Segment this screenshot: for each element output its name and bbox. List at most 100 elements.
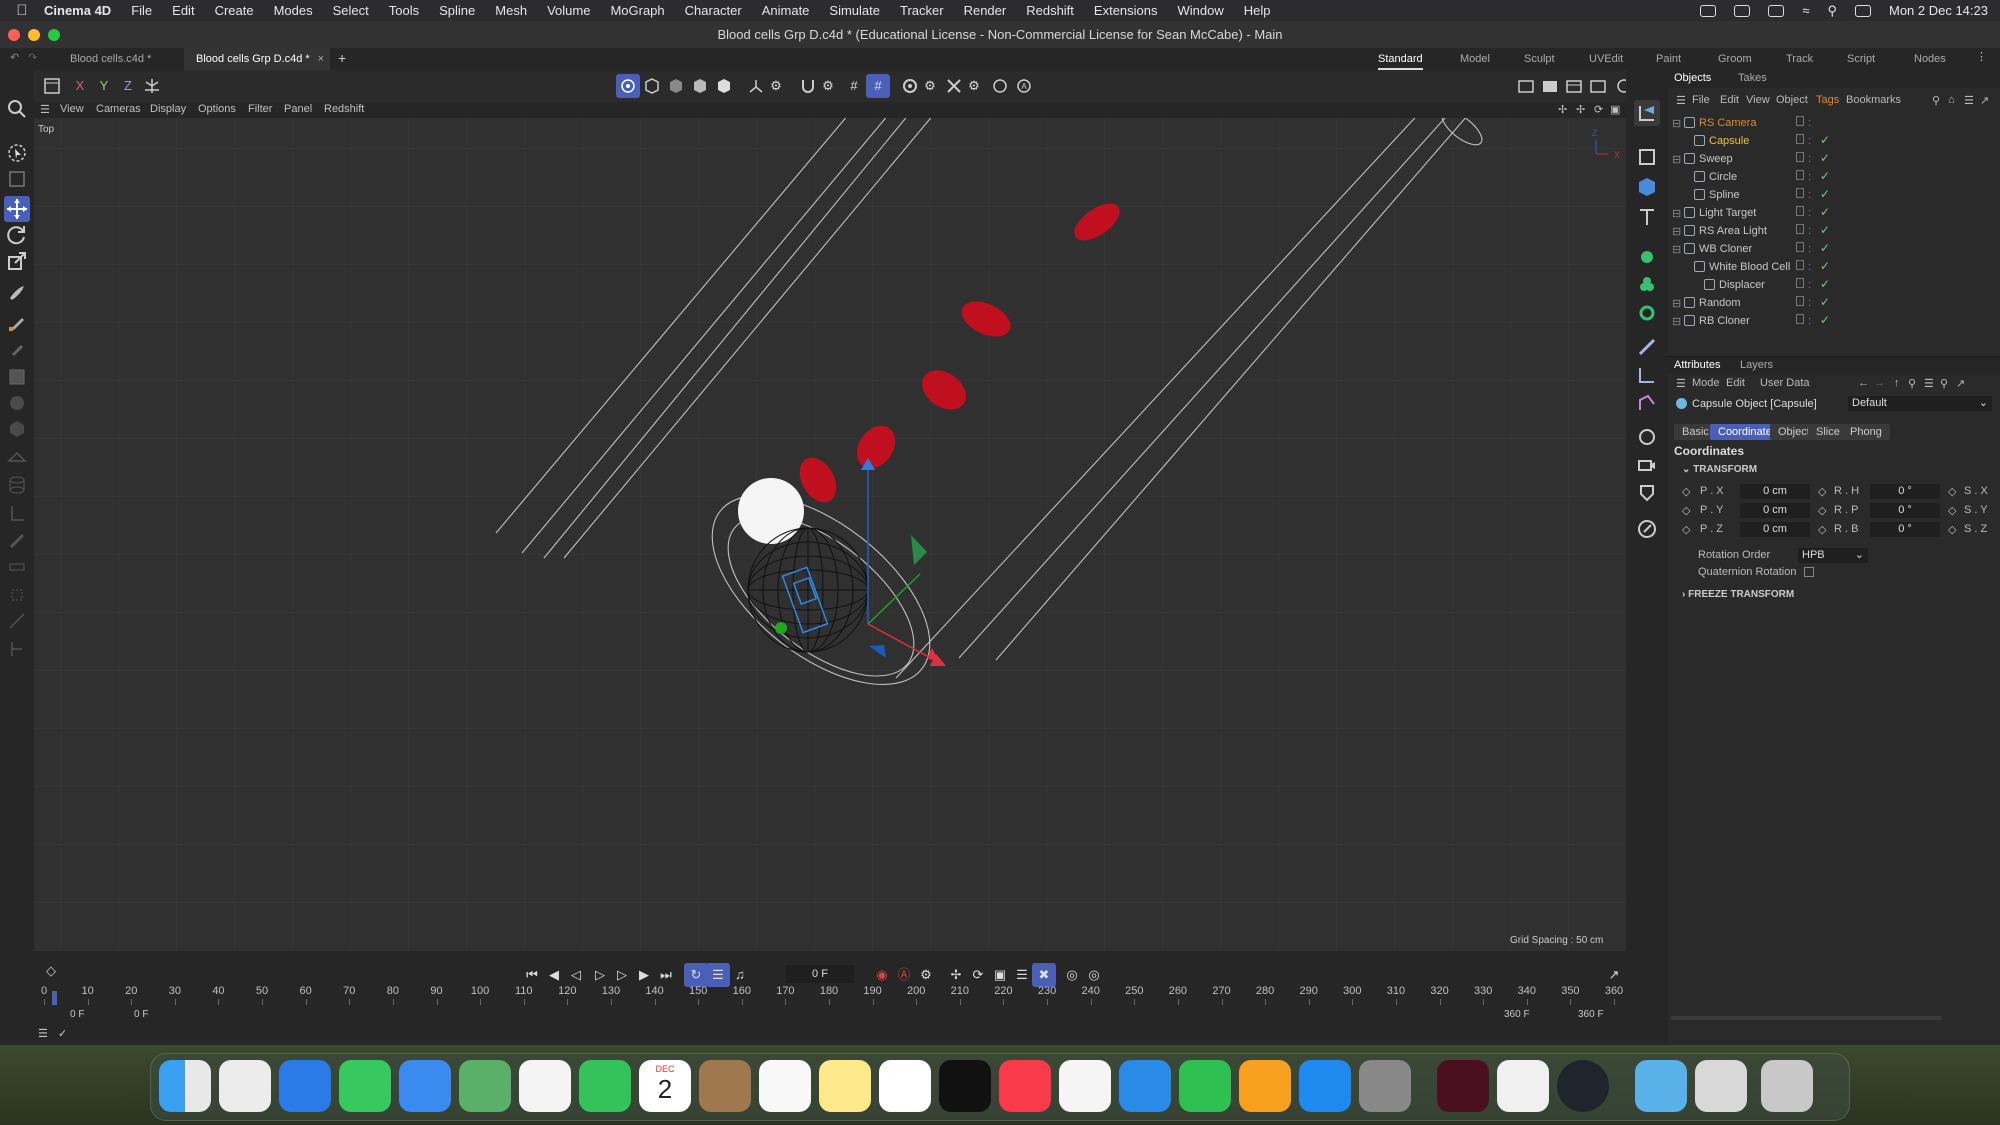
axis-settings-icon[interactable]: ⚙ [764, 74, 788, 98]
close-window-button[interactable] [8, 29, 20, 41]
up-arrow-icon[interactable]: ↑ [1894, 377, 1900, 389]
undo-icon[interactable]: ↶ [10, 51, 19, 64]
rotate-tool-icon[interactable] [4, 222, 30, 248]
layer-icon[interactable] [1796, 152, 1804, 162]
expand-icon[interactable]: ⊟ [1672, 153, 1681, 166]
objects-newwindow-icon[interactable]: ↗ [1980, 94, 1989, 107]
visibility-dots-icon[interactable]: : [1808, 117, 1811, 129]
move-tool-icon[interactable] [4, 196, 30, 222]
objects-menu-file[interactable]: File [1692, 94, 1710, 106]
app-menu[interactable]: Cinema 4D [44, 3, 111, 18]
null-object-icon[interactable] [1634, 144, 1660, 170]
cinema4d-icon[interactable] [1557, 1060, 1609, 1112]
objects-hamburger-icon[interactable]: ☰ [1676, 94, 1686, 107]
tab-attributes[interactable]: Attributes [1674, 359, 1720, 371]
objects-search-icon[interactable]: ⚲ [1932, 94, 1940, 107]
object-row[interactable]: Displacer: ✓ [1668, 276, 2000, 294]
layer-icon[interactable] [1796, 278, 1804, 288]
layout-script[interactable]: Script [1847, 48, 1875, 70]
attributes-menu-mode[interactable]: Mode [1692, 377, 1720, 389]
workplane-snap-icon[interactable]: # [866, 74, 890, 98]
viewport-menu-view[interactable]: View [60, 103, 84, 115]
menu-redshift[interactable]: Redshift [1026, 3, 1074, 18]
menu-mesh[interactable]: Mesh [495, 3, 527, 18]
layout-nodes[interactable]: Nodes [1914, 48, 1946, 70]
object-name[interactable]: Sweep [1699, 153, 1733, 165]
axis-icon[interactable] [4, 500, 30, 526]
keyframe-icon[interactable]: ◇ [1948, 485, 1956, 498]
close-tab-icon[interactable]: × [318, 48, 324, 70]
viewport-maximize-icon[interactable]: ▣ [1610, 103, 1620, 116]
objects-home-icon[interactable]: ⌂ [1948, 94, 1955, 106]
enabled-check-icon[interactable]: ✓ [1820, 313, 1830, 327]
enabled-check-icon[interactable]: ✓ [1820, 169, 1830, 183]
visibility-dots-icon[interactable]: : [1808, 225, 1811, 237]
object-row[interactable]: Capsule: ✓ [1668, 132, 2000, 150]
expand-icon[interactable]: ⊟ [1672, 297, 1681, 310]
zoom-window-button[interactable] [48, 29, 60, 41]
preset-dropdown[interactable]: Default ⌄ [1848, 396, 1992, 411]
expand-icon[interactable]: ⊟ [1672, 315, 1681, 328]
polygon-mode-icon[interactable] [4, 364, 30, 390]
record-icon[interactable] [1734, 4, 1751, 17]
object-row[interactable]: ⊟ RS Camera: [1668, 114, 2000, 132]
minimize-window-button[interactable] [28, 29, 40, 41]
messages-icon[interactable] [339, 1060, 391, 1112]
coordinate-system-icon[interactable] [140, 74, 164, 98]
menu-volume[interactable]: Volume [547, 3, 590, 18]
layout-model[interactable]: Model [1460, 48, 1490, 70]
grid-icon[interactable]: # [842, 74, 866, 98]
keyframe-icon[interactable]: ◇ [1818, 485, 1826, 498]
screenshots-stack-icon[interactable] [1695, 1060, 1747, 1112]
viewport-menu-options[interactable]: Options [198, 103, 236, 115]
maps-icon[interactable] [459, 1060, 511, 1112]
scale-tool-icon[interactable] [4, 248, 30, 274]
trash-icon[interactable] [1761, 1060, 1813, 1112]
notes-icon[interactable] [819, 1060, 871, 1112]
text-object-icon[interactable] [1634, 204, 1660, 230]
rot-p-field[interactable]: 0 ° [1870, 503, 1940, 518]
attributes-search-icon[interactable]: ⚲ [1908, 377, 1916, 390]
search-icon[interactable]: ⚲ [1827, 3, 1837, 19]
preview-end-field[interactable]: 360 F [1504, 1009, 1530, 1020]
visibility-dots-icon[interactable]: : [1808, 153, 1811, 165]
object-name[interactable]: RB Cloner [1699, 315, 1750, 327]
pages-icon[interactable] [1239, 1060, 1291, 1112]
visibility-dots-icon[interactable]: : [1808, 171, 1811, 183]
status-check-icon[interactable]: ✓ [58, 1027, 67, 1040]
object-name[interactable]: Circle [1709, 171, 1737, 183]
live-selection-icon[interactable] [4, 140, 30, 166]
layout-sculpt[interactable]: Sculpt [1524, 48, 1555, 70]
viewport-menu-icon[interactable]: ☰ [40, 103, 50, 116]
menu-file[interactable]: File [131, 3, 152, 18]
cylinder-icon[interactable] [4, 472, 30, 498]
status-menu-icon[interactable]: ☰ [38, 1027, 48, 1040]
symmetry-settings-icon[interactable]: ⚙ [918, 74, 942, 98]
menu-animate[interactable]: Animate [762, 3, 810, 18]
downloads-folder-icon[interactable] [1635, 1060, 1687, 1112]
viewport-move-icon[interactable]: ✢ [1558, 103, 1567, 116]
frame-ruler[interactable]: 0 10 20 30 40 50 60 70 80 90 100 110 120 130 140 150 160… [34, 951, 1626, 1011]
menu-create[interactable]: Create [215, 3, 254, 18]
start-frame-field[interactable]: 0 F [70, 1009, 84, 1020]
render-picture-viewer-icon[interactable] [1538, 74, 1562, 98]
transform-group[interactable]: ⌄ TRANSFORM [1682, 464, 1757, 475]
visibility-dots-icon[interactable]: : [1808, 279, 1811, 291]
objects-menu-view[interactable]: View [1746, 94, 1770, 106]
menu-window[interactable]: Window [1178, 3, 1224, 18]
box-selection-icon[interactable] [4, 166, 30, 192]
object-row[interactable]: White Blood Cell: ✓ [1668, 258, 2000, 276]
keyframe-icon[interactable]: ◇ [1818, 504, 1826, 517]
attributes-menu-edit[interactable]: Edit [1726, 377, 1745, 389]
end-frame-field[interactable]: 360 F [1578, 1009, 1604, 1020]
layer-icon[interactable] [1796, 314, 1804, 324]
measure-icon[interactable] [4, 554, 30, 580]
pos-y-field[interactable]: 0 cm [1740, 503, 1810, 518]
menu-select[interactable]: Select [333, 3, 369, 18]
attributes-new-window-icon[interactable]: ↗ [1956, 377, 1965, 390]
camera-object-icon[interactable] [1634, 100, 1660, 126]
object-name[interactable]: WB Cloner [1699, 243, 1752, 255]
camera-icon[interactable] [1634, 452, 1660, 478]
object-name[interactable]: Random [1699, 297, 1741, 309]
contacts-icon[interactable] [699, 1060, 751, 1112]
